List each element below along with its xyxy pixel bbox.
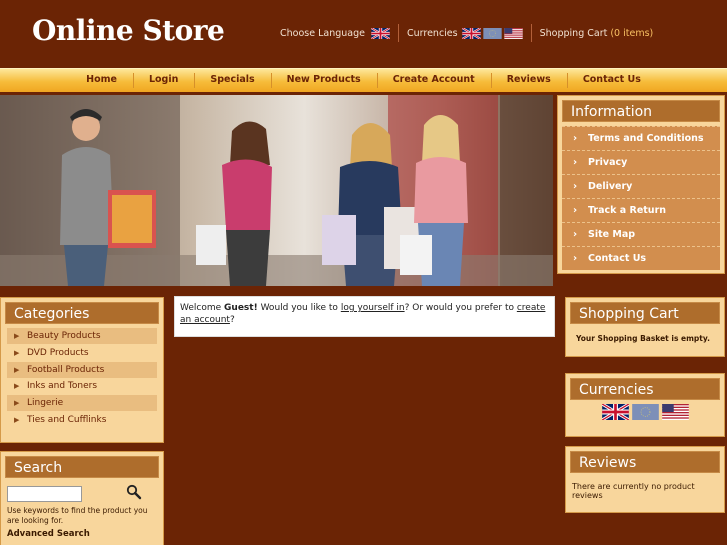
triangle-right-icon: ▶ <box>14 399 20 408</box>
reviews-box: Reviews There are currently no product r… <box>565 446 725 513</box>
category-label: DVD Products <box>27 347 89 358</box>
triangle-right-icon: ▶ <box>14 365 20 374</box>
uk-flag-icon[interactable] <box>370 27 390 39</box>
category-inks-and-toners[interactable]: ▶ Inks and Toners <box>7 378 157 394</box>
nav-reviews[interactable]: Reviews <box>490 69 567 92</box>
currencies-label: Currencies <box>406 27 458 39</box>
choose-language-label: Choose Language <box>280 27 365 39</box>
welcome-suffix: ? <box>229 315 235 325</box>
nav-contact-us[interactable]: Contact Us <box>566 69 657 92</box>
info-privacy-label: Privacy <box>588 157 628 168</box>
cart-empty-text: Your Shopping Basket is empty. <box>576 334 710 343</box>
shopping-cart-link[interactable]: Shopping Cart (0 items) <box>540 28 654 39</box>
nav-home[interactable]: Home <box>70 69 133 92</box>
category-beauty-products[interactable]: ▶ Beauty Products <box>7 328 157 344</box>
reviews-title: Reviews <box>570 451 720 473</box>
category-lingerie[interactable]: ▶ Lingerie <box>7 395 157 412</box>
info-contact-us-label: Contact Us <box>588 253 647 264</box>
eur-flag-icon[interactable] <box>631 404 659 420</box>
category-dvd-products[interactable]: ▶ DVD Products <box>7 345 157 361</box>
hero-banner-image <box>0 95 553 286</box>
welcome-message: Welcome Guest! Would you like to log you… <box>174 296 555 337</box>
information-box: Information › Terms and Conditions › Priva… <box>557 95 725 274</box>
info-privacy-link[interactable]: › Privacy <box>562 150 720 174</box>
triangle-right-icon: ▶ <box>14 348 20 357</box>
information-title: Information <box>562 100 720 122</box>
chevron-right-icon: › <box>573 133 578 144</box>
gbp-flag-icon[interactable] <box>461 27 481 39</box>
triangle-right-icon: ▶ <box>14 332 20 340</box>
welcome-prefix: Welcome <box>180 303 225 313</box>
cart-label: Shopping Cart <box>539 27 608 39</box>
chevron-right-icon: › <box>573 253 578 264</box>
search-help-text: Use keywords to find the product you are… <box>7 506 148 525</box>
welcome-guest: Guest! <box>224 303 258 313</box>
nav-create-account[interactable]: Create Account <box>376 69 491 92</box>
triangle-right-icon: ▶ <box>14 382 20 391</box>
search-box: Search Use keywords to find the product … <box>0 451 164 545</box>
categories-box: Categories ▶ Beauty Products ▶ DVD Product… <box>0 297 164 443</box>
site-logo[interactable]: Online Store <box>32 14 225 47</box>
info-site-map-link[interactable]: › Site Map <box>562 222 720 246</box>
category-ties-and-cufflinks[interactable]: ▶ Ties and Cufflinks <box>7 412 157 428</box>
category-label: Inks and Toners <box>27 381 98 392</box>
cart-count: (0 items) <box>610 27 654 39</box>
welcome-mid: Would you like to <box>257 303 341 313</box>
info-delivery-link[interactable]: › Delivery <box>562 174 720 198</box>
info-contact-us-link[interactable]: › Contact Us <box>562 246 720 270</box>
advanced-search-link[interactable]: Advanced Search <box>7 529 157 539</box>
shopping-cart-title: Shopping Cart <box>570 302 720 324</box>
search-title: Search <box>5 456 159 478</box>
info-site-map-label: Site Map <box>588 229 636 240</box>
gbp-flag-icon[interactable] <box>601 404 629 420</box>
triangle-right-icon: ▶ <box>14 415 20 424</box>
main-nav: Home Login Specials New Products Create … <box>0 68 727 92</box>
nav-specials[interactable]: Specials <box>194 69 270 92</box>
nav-new-products[interactable]: New Products <box>270 69 377 92</box>
currencies-box: Currencies <box>565 373 725 437</box>
top-bar: Choose Language Currencies Shopping Cart… <box>280 24 653 42</box>
category-label: Lingerie <box>27 398 64 409</box>
category-label: Ties and Cufflinks <box>27 414 107 425</box>
info-delivery-label: Delivery <box>588 181 633 192</box>
currencies-title: Currencies <box>570 378 720 400</box>
chevron-right-icon: › <box>573 181 578 192</box>
eur-flag-icon[interactable] <box>482 27 502 39</box>
login-link[interactable]: log yourself in <box>341 303 405 313</box>
info-track-return-label: Track a Return <box>588 205 667 216</box>
categories-title: Categories <box>5 302 159 324</box>
reviews-empty-text: There are currently no product reviews <box>572 482 695 500</box>
info-terms-link[interactable]: › Terms and Conditions <box>562 126 720 150</box>
chevron-right-icon: › <box>573 205 578 216</box>
category-label: Beauty Products <box>27 331 101 341</box>
category-football-products[interactable]: ▶ Football Products <box>7 361 157 378</box>
category-label: Football Products <box>27 364 105 375</box>
search-input[interactable] <box>7 486 82 502</box>
chevron-right-icon: › <box>573 157 578 168</box>
info-track-return-link[interactable]: › Track a Return <box>562 198 720 222</box>
chevron-right-icon: › <box>573 229 578 240</box>
usd-flag-icon[interactable] <box>661 404 689 420</box>
nav-login[interactable]: Login <box>132 69 194 92</box>
info-terms-label: Terms and Conditions <box>588 133 704 144</box>
search-icon[interactable] <box>126 484 142 504</box>
shopping-cart-box: Shopping Cart Your Shopping Basket is em… <box>565 297 725 357</box>
usd-flag-icon[interactable] <box>503 27 523 39</box>
welcome-mid2: ? Or would you prefer to <box>404 303 517 313</box>
